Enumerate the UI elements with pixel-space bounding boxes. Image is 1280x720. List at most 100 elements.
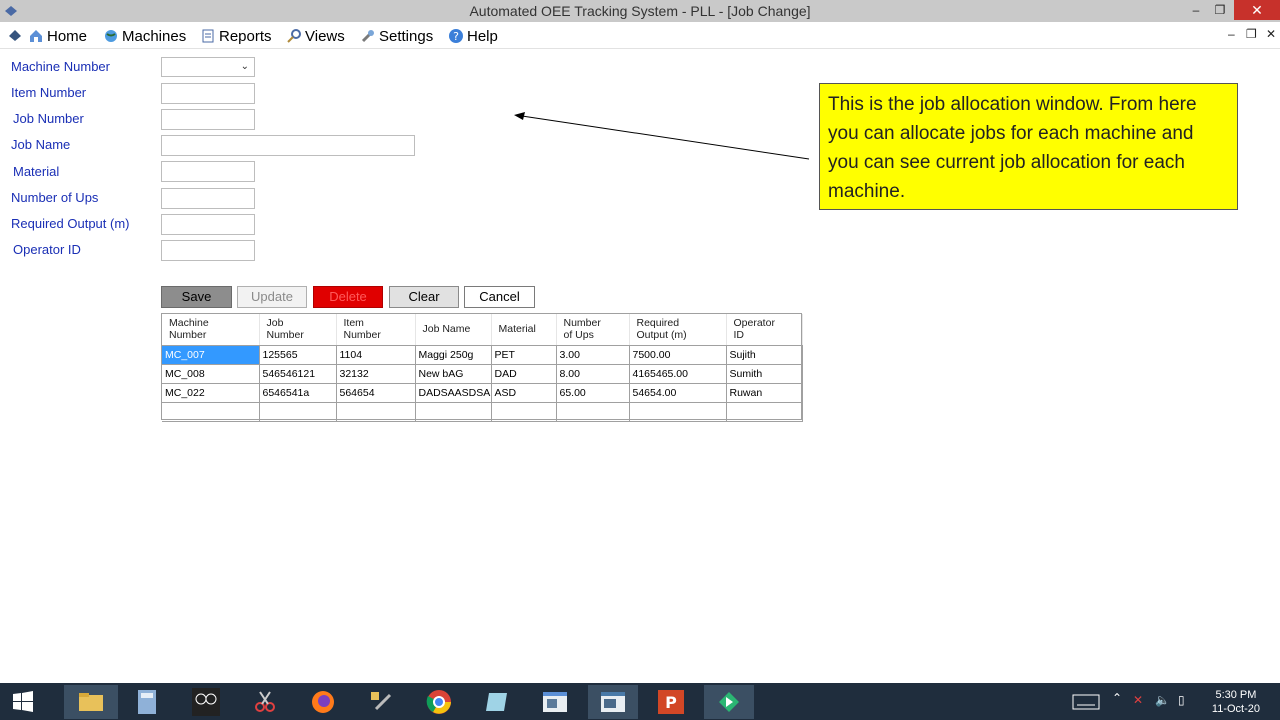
- table-cell[interactable]: MC_007: [162, 345, 260, 365]
- taskbar-powerpoint[interactable]: P: [646, 685, 696, 719]
- column-header-machine-number[interactable]: Machine Number: [162, 314, 260, 346]
- machine-number-select[interactable]: ⌄: [161, 57, 255, 77]
- job-name-field[interactable]: [161, 135, 415, 156]
- menu-settings[interactable]: Settings: [360, 26, 433, 46]
- table-cell[interactable]: 1104: [336, 345, 416, 365]
- menu-bar: Home Machines Reports Views Settings ? H…: [0, 22, 1280, 49]
- column-header-job-name[interactable]: Job Name: [415, 314, 492, 346]
- table-cell[interactable]: 6546541a: [259, 383, 337, 403]
- table-cell[interactable]: [162, 402, 260, 422]
- job-allocation-grid[interactable]: Machine Number Job Number Item Number Job N…: [161, 313, 803, 422]
- taskbar-snipping-tool[interactable]: [240, 685, 290, 719]
- column-header-operator-id[interactable]: Operator ID: [726, 314, 803, 346]
- taskbar-chrome[interactable]: [414, 685, 464, 719]
- start-button[interactable]: [0, 685, 46, 719]
- minimize-button[interactable]: –: [1184, 0, 1208, 22]
- table-cell[interactable]: [415, 402, 492, 422]
- operator-id-field[interactable]: [161, 240, 255, 261]
- menu-help[interactable]: ? Help: [448, 26, 498, 46]
- mdi-minimize-button[interactable]: –: [1228, 27, 1235, 41]
- close-button[interactable]: ✕: [1234, 0, 1280, 20]
- table-cell[interactable]: 4165465.00: [629, 364, 727, 384]
- table-row-new[interactable]: [162, 402, 803, 422]
- table-cell[interactable]: 32132: [336, 364, 416, 384]
- table-cell[interactable]: [556, 402, 630, 422]
- scissors-icon: [255, 691, 275, 712]
- title-bar: Automated OEE Tracking System - PLL - [J…: [0, 0, 1280, 22]
- table-cell[interactable]: MC_008: [162, 364, 260, 384]
- table-cell[interactable]: 8.00: [556, 364, 630, 384]
- taskbar-tools[interactable]: [356, 685, 406, 719]
- table-cell[interactable]: MC_022: [162, 383, 260, 403]
- battery-icon[interactable]: ▯: [1178, 693, 1185, 707]
- home-icon: [30, 30, 42, 42]
- taskbar-calculator[interactable]: [122, 685, 172, 719]
- menu-reports[interactable]: Reports: [200, 26, 272, 46]
- material-label: Material: [13, 164, 60, 179]
- update-button[interactable]: Update: [237, 286, 307, 308]
- menu-machines[interactable]: Machines: [103, 26, 186, 46]
- taskbar-app-card[interactable]: [472, 685, 522, 719]
- item-number-field[interactable]: [161, 83, 255, 104]
- column-header-material[interactable]: Material: [491, 314, 557, 346]
- column-header-number-of-ups[interactable]: Number of Ups: [556, 314, 630, 346]
- clear-button[interactable]: Clear: [389, 286, 459, 308]
- material-field[interactable]: [161, 161, 255, 182]
- table-cell[interactable]: New bAG: [415, 364, 492, 384]
- wrench-icon: [361, 30, 374, 43]
- column-header-required-output[interactable]: Required Output (m): [629, 314, 727, 346]
- column-header-job-number[interactable]: Job Number: [259, 314, 337, 346]
- table-cell[interactable]: DADSAASDSA: [415, 383, 492, 403]
- oee-app-icon: [601, 692, 625, 712]
- operator-id-label: Operator ID: [13, 242, 81, 257]
- clock[interactable]: 5:30 PM 11-Oct-20: [1212, 688, 1260, 716]
- mdi-restore-button[interactable]: ❐: [1246, 27, 1257, 41]
- table-cell[interactable]: PET: [491, 345, 557, 365]
- table-cell[interactable]: 65.00: [556, 383, 630, 403]
- table-row[interactable]: MC_008 546546121 32132 New bAG DAD 8.00 …: [162, 364, 803, 384]
- table-cell[interactable]: Ruwan: [726, 383, 803, 403]
- table-cell[interactable]: 546546121: [259, 364, 337, 384]
- table-cell[interactable]: [336, 402, 416, 422]
- table-cell[interactable]: [726, 402, 803, 422]
- card-app-icon: [486, 693, 507, 711]
- table-cell[interactable]: 54654.00: [629, 383, 727, 403]
- required-output-field[interactable]: [161, 214, 255, 235]
- table-cell[interactable]: Sujith: [726, 345, 803, 365]
- menu-views[interactable]: Views: [286, 26, 345, 46]
- table-cell[interactable]: [491, 402, 557, 422]
- taskbar-app-window[interactable]: [530, 685, 580, 719]
- column-header-item-number[interactable]: Item Number: [336, 314, 416, 346]
- network-icon[interactable]: ✕: [1133, 693, 1143, 707]
- cancel-button[interactable]: Cancel: [464, 286, 535, 308]
- table-cell[interactable]: Maggi 250g: [415, 345, 492, 365]
- mdi-close-button[interactable]: ✕: [1266, 27, 1276, 41]
- table-cell[interactable]: DAD: [491, 364, 557, 384]
- table-cell[interactable]: Sumith: [726, 364, 803, 384]
- table-cell[interactable]: 564654: [336, 383, 416, 403]
- number-of-ups-field[interactable]: [161, 188, 255, 209]
- chrome-icon: [426, 690, 451, 714]
- taskbar-app-qr[interactable]: [181, 685, 231, 719]
- keyboard-icon[interactable]: [1072, 694, 1100, 710]
- magnifier-icon: [287, 29, 301, 43]
- volume-icon[interactable]: 🔈: [1155, 693, 1170, 707]
- table-cell[interactable]: ASD: [491, 383, 557, 403]
- job-number-field[interactable]: [161, 109, 255, 130]
- table-cell[interactable]: [629, 402, 727, 422]
- menu-home[interactable]: Home: [28, 26, 87, 46]
- taskbar-oee-app[interactable]: [588, 685, 638, 719]
- table-cell[interactable]: 7500.00: [629, 345, 727, 365]
- restore-button[interactable]: ❐: [1208, 0, 1232, 22]
- taskbar-firefox[interactable]: [298, 685, 348, 719]
- taskbar-file-explorer[interactable]: [64, 685, 118, 719]
- table-row[interactable]: MC_007 125565 1104 Maggi 250g PET 3.00 7…: [162, 345, 803, 365]
- table-cell[interactable]: 125565: [259, 345, 337, 365]
- table-cell[interactable]: [259, 402, 337, 422]
- chevron-up-icon[interactable]: ⌃: [1112, 691, 1122, 705]
- delete-button[interactable]: Delete: [313, 286, 383, 308]
- save-button[interactable]: Save: [161, 286, 232, 308]
- table-row[interactable]: MC_022 6546541a 564654 DADSAASDSA ASD 65…: [162, 383, 803, 403]
- taskbar-app-green[interactable]: [704, 685, 754, 719]
- table-cell[interactable]: 3.00: [556, 345, 630, 365]
